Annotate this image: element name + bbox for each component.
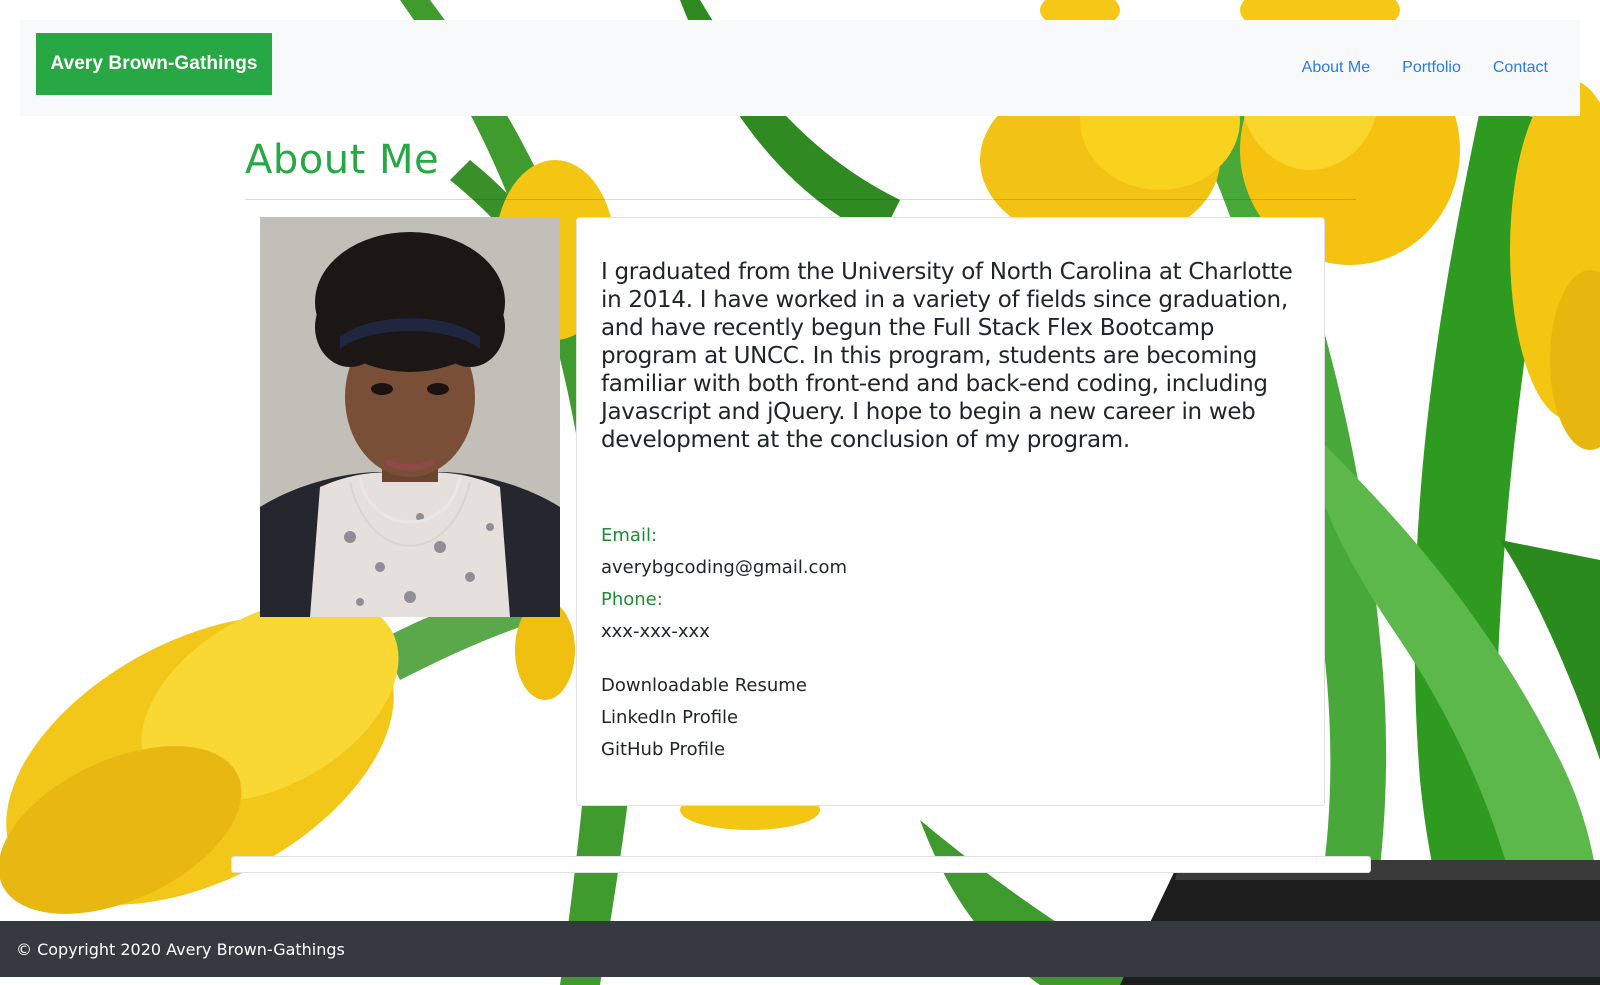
title-divider — [245, 199, 1356, 200]
nav-link-contact[interactable]: Contact — [1493, 59, 1548, 77]
github-link[interactable]: GitHub Profile — [601, 739, 725, 760]
contact-info: Email: averybgcoding@gmail.com Phone: xx… — [601, 520, 847, 648]
phone-value: xxx-xxx-xxx — [601, 621, 710, 642]
email-value: averybgcoding@gmail.com — [601, 557, 847, 578]
profile-links: Downloadable Resume LinkedIn Profile Git… — [601, 670, 807, 766]
about-card: I graduated from the University of North… — [576, 217, 1325, 806]
copyright-text: © Copyright 2020 Avery Brown-Gathings — [16, 939, 345, 959]
nav-link-about-me[interactable]: About Me — [1302, 59, 1370, 77]
footer: © Copyright 2020 Avery Brown-Gathings — [0, 921, 1600, 977]
nav-link-portfolio[interactable]: Portfolio — [1402, 59, 1461, 77]
brand-link[interactable]: Avery Brown-Gathings — [36, 33, 272, 95]
navbar: Avery Brown-Gathings About Me Portfolio … — [20, 20, 1580, 116]
resume-link[interactable]: Downloadable Resume — [601, 675, 807, 696]
bio-text: I graduated from the University of North… — [601, 259, 1293, 453]
phone-label: Phone: — [601, 589, 663, 610]
profile-photo — [260, 217, 560, 617]
bottom-divider-bar — [231, 856, 1371, 873]
page-title: About Me — [245, 137, 440, 183]
nav-links: About Me Portfolio Contact — [1302, 20, 1548, 116]
linkedin-link[interactable]: LinkedIn Profile — [601, 707, 738, 728]
email-label: Email: — [601, 525, 658, 546]
